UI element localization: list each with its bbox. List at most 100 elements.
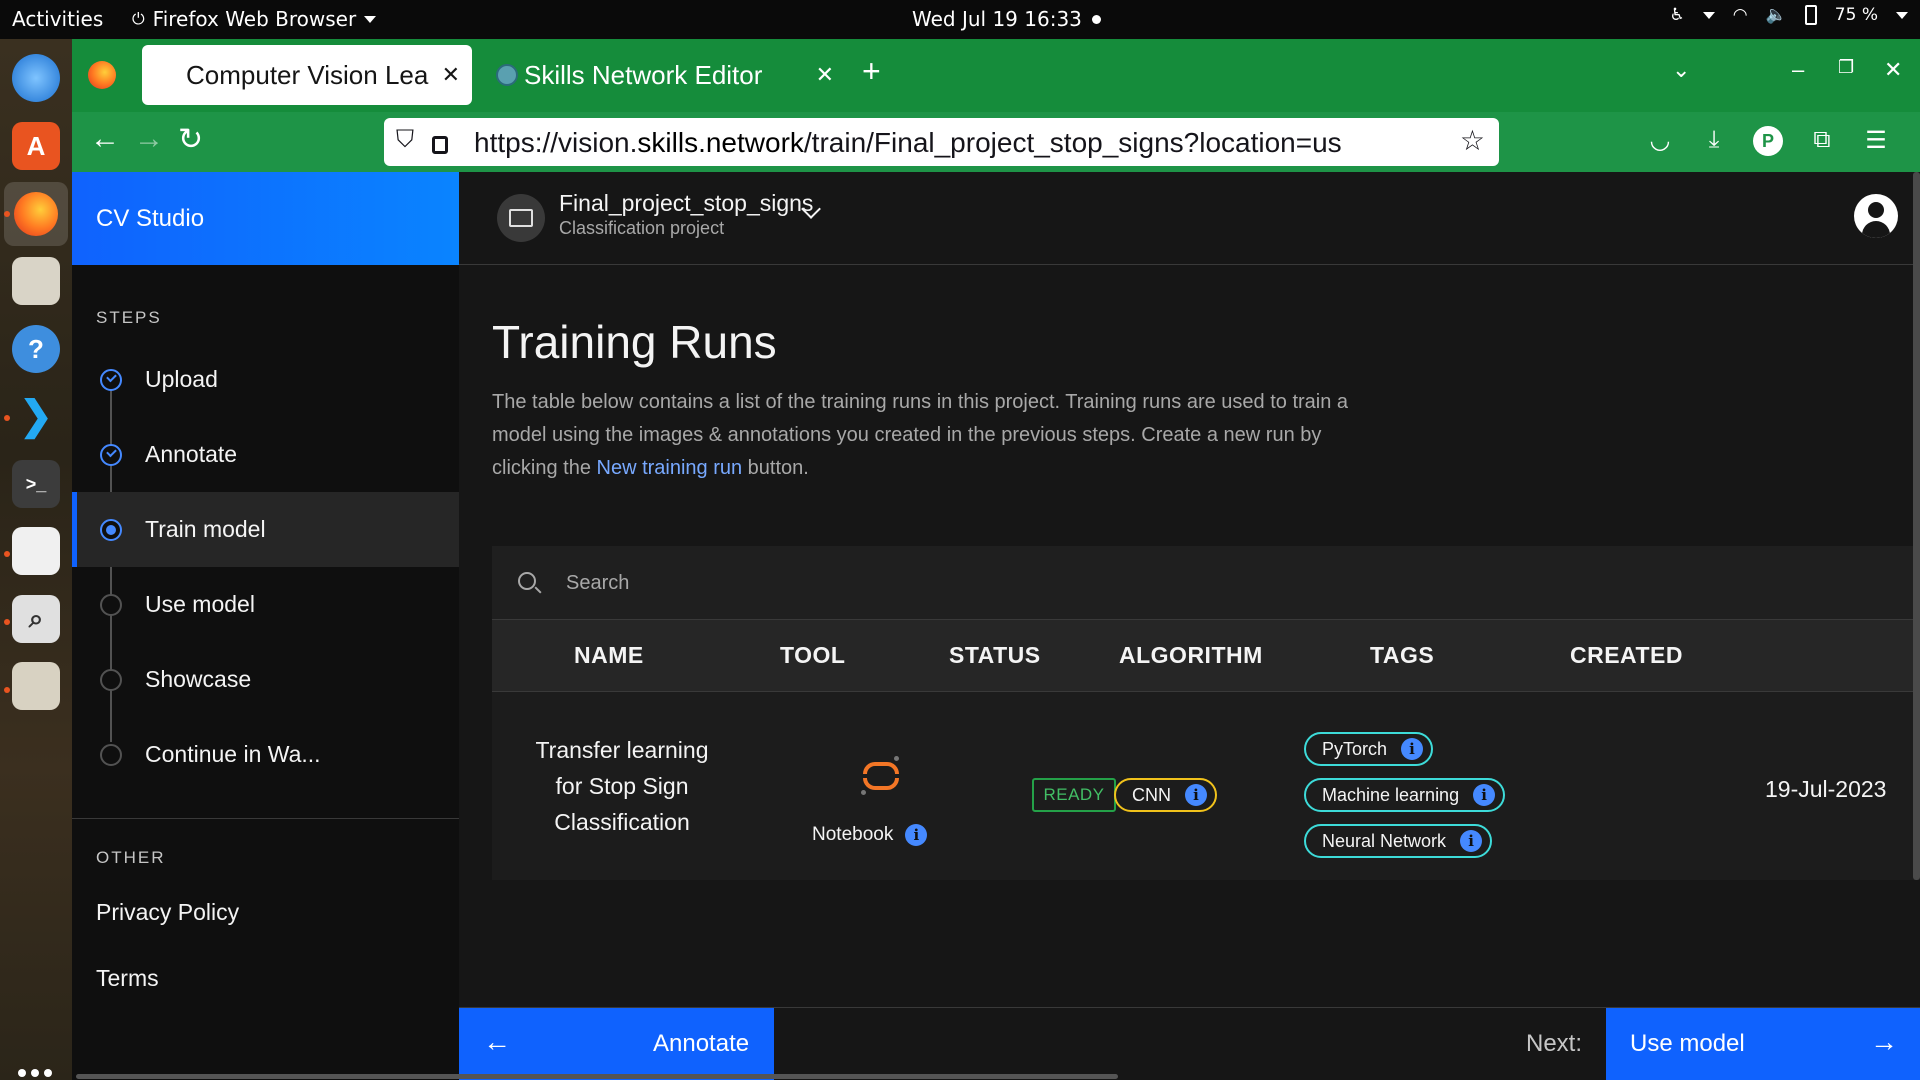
tab-computer-vision[interactable]: Computer Vision Lea ✕ [142,45,472,105]
terminal-icon[interactable]: >_ [12,460,60,508]
new-tab-icon[interactable]: + [862,53,881,90]
pocket-icon[interactable]: ◡ [1645,126,1675,156]
window-close-icon[interactable]: ✕ [1884,57,1902,83]
step-label: Continue in Wa... [145,741,321,767]
previous-step-button[interactable]: ← Annotate [459,1008,774,1080]
horizontal-scrollbar[interactable] [76,1074,1118,1079]
next-step-button[interactable]: Use model → [1606,1008,1920,1080]
running-indicator [4,619,10,625]
url-host: skills.network [637,127,804,158]
next-prefix: Next: [1526,1030,1583,1057]
menu-icon[interactable]: ☰ [1861,126,1891,156]
column-header-algorithm[interactable]: ALGORITHM [1119,642,1263,669]
project-name[interactable]: Final_project_stop_signs [559,190,813,217]
step-continue-in-watson[interactable]: Continue in Wa... [72,717,459,792]
files-icon[interactable] [12,257,60,305]
info-icon[interactable]: i [1185,784,1207,806]
folder-icon [497,194,545,242]
url-prefix: https://vision. [474,127,638,158]
column-header-tool[interactable]: TOOL [780,642,845,669]
cv-studio-app: CV Studio STEPS Upload Annotate Train mo… [72,172,1920,1080]
tag-machine-learning: Machine learning i [1304,778,1506,812]
download-icon[interactable]: ⤓ [1699,126,1729,156]
column-header-tags[interactable]: TAGS [1370,642,1434,669]
new-training-run-link[interactable]: New training run [597,457,743,479]
dock: A ? ❯ >_ ⌕ [0,39,72,1080]
reload-icon[interactable]: ↻ [178,122,203,157]
description-text-end: button. [742,457,809,479]
main-content: Training Runs The table below contains a… [459,265,1920,1007]
step-train-model[interactable]: Train model [72,492,459,567]
profile-icon[interactable]: P [1753,126,1783,156]
thunderbird-icon[interactable] [12,54,60,102]
extensions-icon[interactable]: ⧉ [1807,126,1837,156]
help-icon[interactable]: ? [12,325,60,373]
clock[interactable]: Wed Jul 19 16:33 [912,7,1082,31]
browser-nav-bar: ← → ↻ ⛉ https://vision.skills.network/tr… [72,112,1920,172]
step-annotate[interactable]: Annotate [72,417,459,492]
back-icon[interactable]: ← [90,122,120,156]
wifi-icon: ◠ [1732,5,1748,25]
info-icon[interactable]: i [1460,830,1483,852]
shield-icon[interactable]: ⛉ [396,126,414,154]
chevron-down-icon [364,15,377,23]
firefox-icon [88,61,116,89]
previous-step-label: Annotate [653,1030,750,1057]
close-icon[interactable]: ✕ [442,62,460,88]
running-indicator [4,211,10,217]
terms-link[interactable]: Terms [96,965,159,992]
user-avatar-icon[interactable] [1854,194,1898,238]
step-upload[interactable]: Upload [72,342,459,417]
tag-neural-network: Neural Network i [1304,824,1493,858]
step-showcase[interactable]: Showcase [72,642,459,717]
project-type: Classification project [559,218,725,238]
run-name[interactable]: Transfer learning for Stop Sign Classifi… [522,732,722,840]
software-center-icon[interactable]: A [12,122,60,170]
running-indicator [4,687,10,693]
address-bar[interactable]: ⛉ https://vision.skills.network/train/Fi… [384,118,1499,166]
table-row[interactable]: Transfer learning for Stop Sign Classifi… [492,692,1920,880]
activities-button[interactable]: Activities [12,7,103,31]
sidebar-divider [72,818,459,819]
system-tray[interactable]: ♿ ◠ 🔈 75 % [1670,5,1908,25]
restore-icon[interactable]: ❐ [1838,57,1854,78]
minimize-icon[interactable]: – [1792,57,1804,83]
vertical-scrollbar[interactable] [1913,172,1920,880]
empty-circle-icon [100,593,122,616]
document-viewer-icon[interactable] [12,527,60,575]
column-header-name[interactable]: NAME [574,642,644,669]
check-circle-icon [100,443,122,466]
bookmark-star-icon[interactable]: ☆ [1460,124,1485,157]
info-icon[interactable]: i [905,824,928,846]
current-step-icon [100,518,122,541]
privacy-policy-link[interactable]: Privacy Policy [96,899,239,926]
accessibility-icon[interactable]: ♿ [1670,5,1685,25]
url-text[interactable]: https://vision.skills.network/train/Fina… [474,127,1342,159]
info-icon[interactable]: i [1401,738,1424,760]
lock-icon[interactable] [432,136,448,154]
training-runs-table: NAME TOOL STATUS ALGORITHM TAGS CREATED … [492,546,1920,880]
show-apps-icon[interactable] [18,1069,54,1080]
step-label: Showcase [145,666,252,692]
step-use-model[interactable]: Use model [72,567,459,642]
screenshot-search-icon[interactable]: ⌕ [12,595,60,643]
info-icon[interactable]: i [1473,784,1496,806]
jupyter-icon [859,754,903,798]
firefox-dock-icon[interactable] [4,182,68,246]
tag-label: PyTorch [1322,738,1388,759]
column-header-status[interactable]: STATUS [949,642,1041,669]
archive-icon[interactable] [12,662,60,710]
tag-label: Neural Network [1322,830,1447,851]
tab-label: Computer Vision Lea [186,59,429,90]
next-step-label: Use model [1630,1030,1745,1057]
list-tabs-icon[interactable]: ⌄ [1672,57,1690,83]
forward-icon[interactable]: → [134,122,164,156]
vscode-icon[interactable]: ❯ [12,392,60,440]
app-menu[interactable]: ⏻ Firefox Web Browser [132,7,377,31]
tab-skills-network-editor[interactable]: Skills Network Editor ✕ [486,45,846,105]
brand-logo[interactable]: CV Studio [72,172,459,265]
column-header-created[interactable]: CREATED [1570,642,1683,669]
search-input[interactable] [566,564,1466,602]
tag-label: Machine learning [1322,784,1460,805]
close-icon[interactable]: ✕ [816,62,834,88]
